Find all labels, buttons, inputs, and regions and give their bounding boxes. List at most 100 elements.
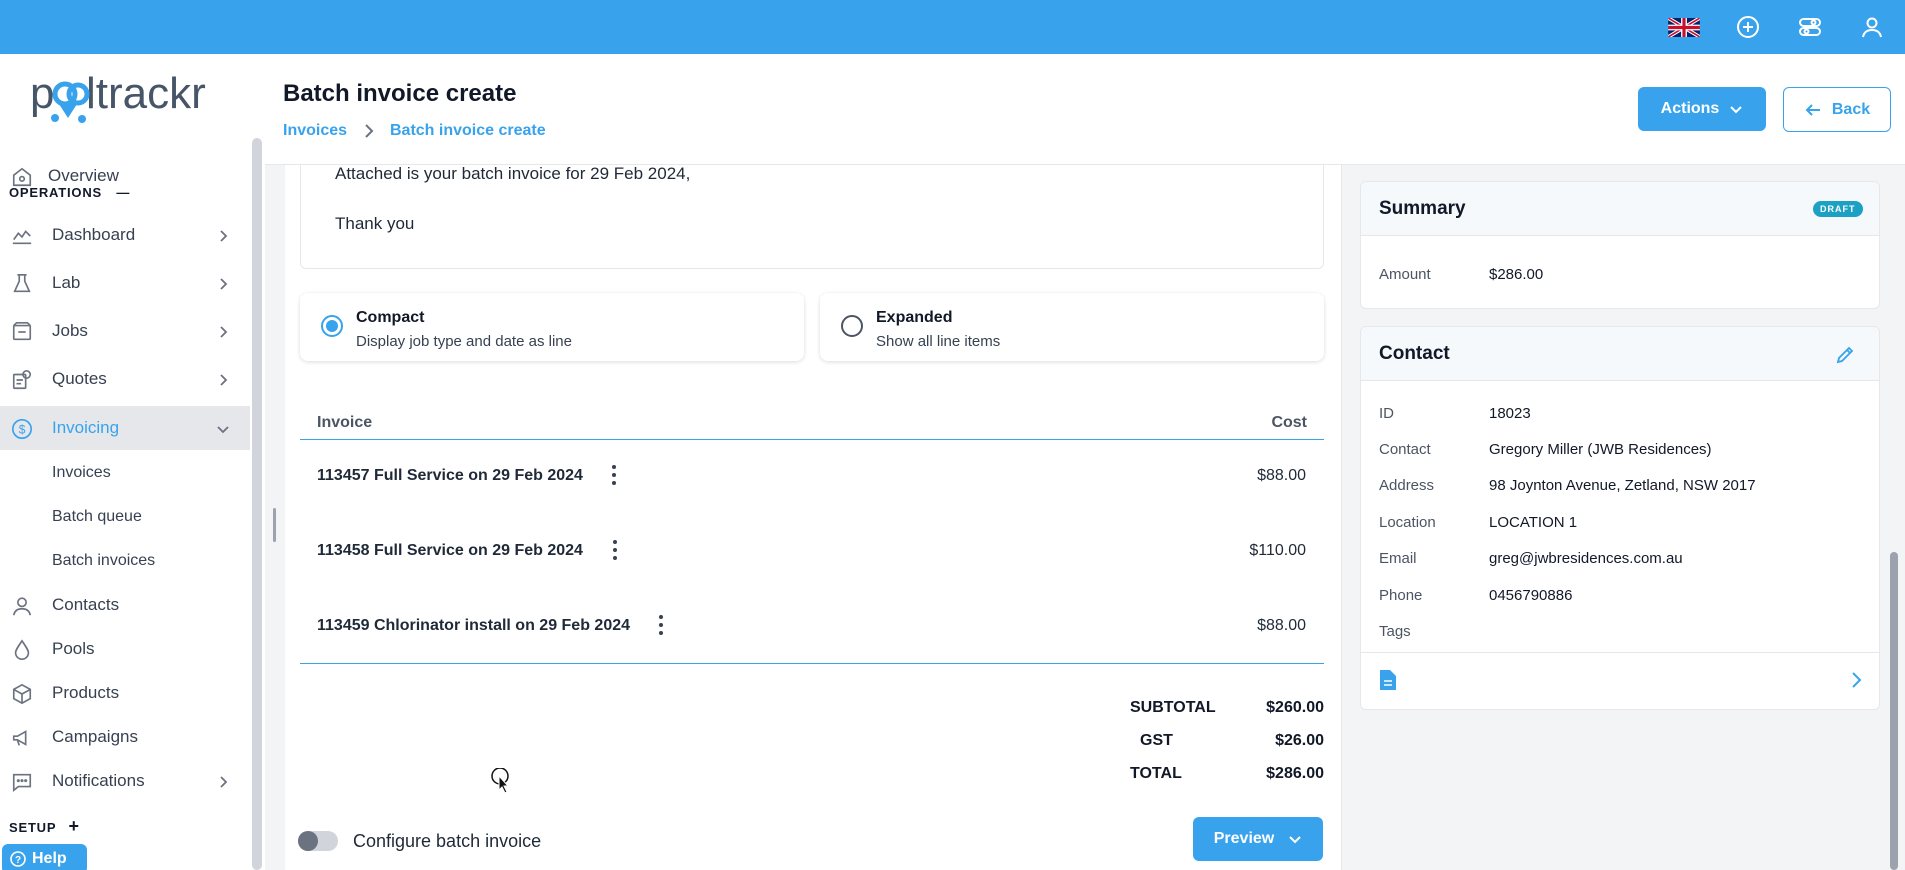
actions-button[interactable]: Actions <box>1638 87 1766 131</box>
summary-title: Summary <box>1379 198 1466 219</box>
subtotal-value: $260.00 <box>1266 699 1324 716</box>
sidebar-item-label: Invoicing <box>52 418 120 437</box>
preview-label: Preview <box>1213 830 1275 847</box>
total-value: $286.00 <box>1266 765 1324 782</box>
expanded-title: Expanded <box>876 309 953 326</box>
contact-card-header: Contact <box>1361 327 1879 381</box>
kebab-menu-icon[interactable] <box>658 615 664 635</box>
sidebar-item-dashboard[interactable]: Dashboard <box>0 213 250 257</box>
sidebar-item-products[interactable]: Products <box>0 671 250 715</box>
sidebar-item-label: Campaigns <box>52 727 138 746</box>
sidebar-item-jobs[interactable]: Jobs <box>0 309 250 353</box>
arrow-left-icon <box>1805 103 1820 116</box>
mouse-cursor-icon <box>491 768 510 794</box>
edit-pencil-icon[interactable] <box>1835 345 1855 365</box>
page-title: Batch invoice create <box>283 80 517 107</box>
expanded-radio[interactable] <box>841 315 863 337</box>
sidebar-subitem-batch-queue[interactable]: Batch queue <box>52 508 142 526</box>
sidebar-item-invoicing[interactable]: $ Invoicing <box>0 406 250 450</box>
configure-batch-label: Configure batch invoice <box>353 831 542 851</box>
sidebar-item-lab[interactable]: Lab <box>0 261 250 305</box>
svg-text:$: $ <box>19 423 26 437</box>
compact-radio[interactable] <box>321 315 343 337</box>
toggles-icon[interactable] <box>1796 13 1824 41</box>
contact-field-value: 0456790886 <box>1489 587 1573 604</box>
contact-field-value: greg@jwbresidences.com.au <box>1489 550 1683 567</box>
expanded-subtitle: Show all line items <box>876 333 1001 350</box>
subtotal-label: SUBTOTAL <box>1130 699 1216 716</box>
gst-label: GST <box>1140 732 1173 749</box>
table-row: 113459 Chlorinator install on 29 Feb 202… <box>300 590 1324 665</box>
breadcrumb-current[interactable]: Batch invoice create <box>390 122 546 140</box>
sidebar-item-label: Lab <box>52 273 81 292</box>
right-panel: Summary DRAFT Amount $286.00 Contact ID … <box>1341 165 1905 870</box>
compact-subtitle: Display job type and date as line <box>356 333 572 350</box>
sidebar-item-label: Overview <box>48 166 119 185</box>
chevron-right-icon <box>220 326 228 338</box>
contact-field-value: LOCATION 1 <box>1489 514 1578 531</box>
operations-section-label: OPERATIONS — <box>9 185 130 200</box>
resize-handle[interactable] <box>273 508 276 542</box>
summary-card-header: Summary DRAFT <box>1361 182 1879 236</box>
sidebar-item-notifications[interactable]: Notifications <box>0 759 250 803</box>
invoice-description: 113457 Full Service on 29 Feb 2024 <box>317 467 583 484</box>
sidebar-item-contacts[interactable]: Contacts <box>0 583 250 627</box>
sidebar-scrollbar[interactable] <box>252 138 262 870</box>
batch-invoice-panel: Attached is your batch invoice for 29 Fe… <box>285 164 1341 870</box>
expanded-option-card[interactable]: Expanded Show all line items <box>820 293 1324 361</box>
uk-flag-icon[interactable] <box>1668 18 1700 37</box>
total-label: TOTAL <box>1130 765 1182 782</box>
contact-field-value: Gregory Miller (JWB Residences) <box>1489 441 1712 458</box>
compact-option-card[interactable]: Compact Display job type and date as lin… <box>300 293 804 361</box>
minus-icon[interactable]: — <box>116 185 130 200</box>
gst-value: $26.00 <box>1275 732 1324 749</box>
help-button[interactable]: ? Help <box>2 844 87 870</box>
contact-field-label: Location <box>1379 514 1436 531</box>
pooltrackr-logo[interactable]: p ltrackr <box>28 64 228 126</box>
compact-title: Compact <box>356 309 425 326</box>
contact-field-label: Tags <box>1379 623 1411 640</box>
setup-label-text: SETUP <box>9 820 57 835</box>
flask-icon <box>10 272 34 296</box>
contact-field-label: Email <box>1379 550 1417 567</box>
sidebar-item-campaigns[interactable]: Campaigns <box>0 715 250 759</box>
sidebar-item-label: Pools <box>52 639 95 658</box>
actions-label: Actions <box>1660 100 1720 117</box>
svg-text:?: ? <box>15 855 21 866</box>
back-button[interactable]: Back <box>1783 87 1891 132</box>
plus-circle-icon[interactable] <box>1734 13 1762 41</box>
contact-title: Contact <box>1379 343 1450 364</box>
preview-button[interactable]: Preview <box>1193 817 1323 861</box>
status-badge: DRAFT <box>1813 201 1863 217</box>
kebab-menu-icon[interactable] <box>611 465 617 485</box>
chevron-down-icon <box>217 426 229 434</box>
chevron-right-icon <box>220 776 228 788</box>
table-row: 113458 Full Service on 29 Feb 2024 $110.… <box>300 515 1324 590</box>
jobs-icon <box>10 320 34 344</box>
sidebar-item-pools[interactable]: Pools <box>0 627 250 671</box>
sidebar-item-label: Notifications <box>52 771 145 790</box>
sidebar-item-label: Products <box>52 683 120 702</box>
user-icon[interactable] <box>1858 13 1886 41</box>
box-icon <box>10 682 34 706</box>
contact-field-label: ID <box>1379 405 1394 422</box>
plus-icon[interactable]: + <box>69 816 80 836</box>
contact-card: Contact ID 18023 Contact Gregory Miller … <box>1360 326 1880 710</box>
setup-section-label: SETUP + <box>9 816 80 837</box>
chevron-right-icon[interactable] <box>1849 671 1863 689</box>
right-panel-scrollbar[interactable] <box>1890 552 1898 870</box>
chevron-right-icon <box>220 278 228 290</box>
sidebar-item-quotes[interactable]: Quotes <box>0 357 250 401</box>
document-icon[interactable] <box>1379 669 1397 691</box>
breadcrumb-invoices[interactable]: Invoices <box>283 122 347 140</box>
chart-icon <box>10 224 34 248</box>
sidebar-subitem-batch-invoices[interactable]: Batch invoices <box>52 552 155 570</box>
kebab-menu-icon[interactable] <box>612 540 618 560</box>
summary-card: Summary DRAFT Amount $286.00 <box>1360 181 1880 309</box>
sidebar-subitem-invoices[interactable]: Invoices <box>52 464 111 482</box>
configure-batch-toggle[interactable] <box>298 831 338 851</box>
dollar-icon: $ <box>10 417 34 441</box>
email-message-box[interactable]: Attached is your batch invoice for 29 Fe… <box>300 164 1324 269</box>
sidebar-item-label: Contacts <box>52 595 120 614</box>
user-icon <box>10 594 34 618</box>
